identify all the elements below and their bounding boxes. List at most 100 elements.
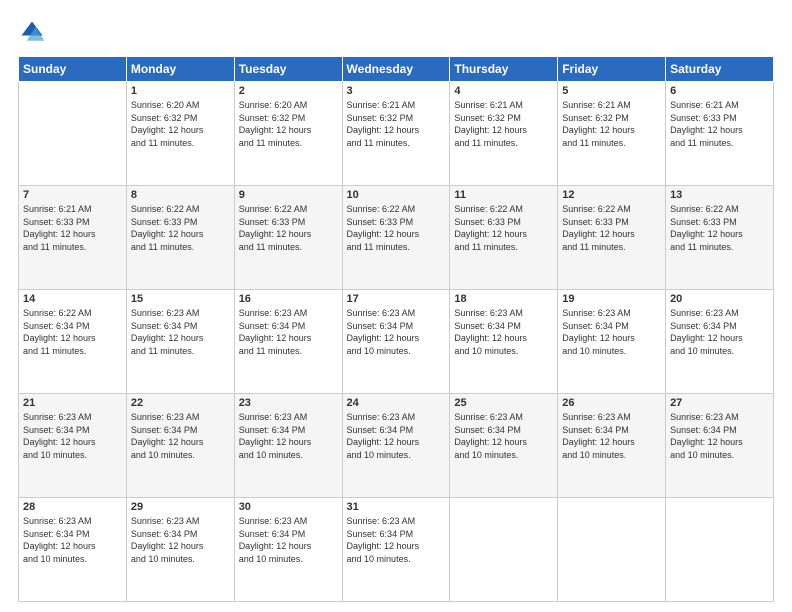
day-number: 11 — [454, 189, 553, 201]
day-number: 3 — [347, 85, 446, 97]
calendar-cell: 17 Sunrise: 6:23 AM Sunset: 6:34 PM Dayli… — [342, 290, 450, 394]
day-info: Sunrise: 6:22 AM Sunset: 6:33 PM Dayligh… — [454, 203, 553, 253]
calendar-cell: 24Sunrise: 6:23 AM Sunset: 6:34 PM Dayli… — [342, 394, 450, 498]
day-of-week-header: Wednesday — [342, 57, 450, 82]
day-info: Sunrise: 6:23 AM Sunset: 6:34 PM Dayligh… — [131, 307, 230, 357]
day-info: Sunrise: 6:21 AM Sunset: 6:33 PM Dayligh… — [670, 99, 769, 149]
day-number: 7 — [23, 189, 122, 201]
day-info: Sunrise: 6:23 AM Sunset: 6:34 PM Dayligh… — [670, 307, 769, 357]
calendar-cell: 6 Sunrise: 6:21 AM Sunset: 6:33 PM Daylig… — [666, 82, 774, 186]
calendar-cell: 21 Sunrise: 6:23 AM Sunset: 6:34 PM Dayli… — [19, 394, 127, 498]
calendar-cell: 27 Sunrise: 6:23 AM Sunset: 6:34 PM Dayli… — [666, 394, 774, 498]
day-number: 10 — [347, 189, 446, 201]
calendar-week-row: 7Sunrise: 6:21 AM Sunset: 6:33 PM Daylig… — [19, 186, 774, 290]
day-info: Sunrise: 6:23 AM Sunset: 6:34 PM Dayligh… — [562, 307, 661, 357]
day-of-week-header: Saturday — [666, 57, 774, 82]
calendar-cell: 20 Sunrise: 6:23 AM Sunset: 6:34 PM Dayli… — [666, 290, 774, 394]
day-of-week-header: Friday — [558, 57, 666, 82]
day-number: 18 — [454, 293, 553, 305]
day-number: 8 — [131, 189, 230, 201]
page: SundayMondayTuesdayWednesdayThursdayFrid… — [0, 0, 792, 612]
calendar-cell — [666, 498, 774, 602]
calendar-cell — [558, 498, 666, 602]
day-number: 4 — [454, 85, 553, 97]
day-info: Sunrise: 6:22 AM Sunset: 6:33 PM Dayligh… — [347, 203, 446, 253]
day-info: Sunrise: 6:22 AM Sunset: 6:33 PM Dayligh… — [239, 203, 338, 253]
day-info: Sunrise: 6:23 AM Sunset: 6:34 PM Dayligh… — [23, 411, 122, 461]
calendar-cell: 9 Sunrise: 6:22 AM Sunset: 6:33 PM Daylig… — [234, 186, 342, 290]
logo-icon — [18, 18, 46, 46]
day-info: Sunrise: 6:23 AM Sunset: 6:34 PM Dayligh… — [239, 411, 338, 461]
day-info: Sunrise: 6:20 AM Sunset: 6:32 PM Dayligh… — [239, 99, 338, 149]
calendar-cell: 14 Sunrise: 6:22 AM Sunset: 6:34 PM Dayli… — [19, 290, 127, 394]
day-info: Sunrise: 6:23 AM Sunset: 6:34 PM Dayligh… — [239, 515, 338, 565]
day-number: 2 — [239, 85, 338, 97]
day-of-week-header: Thursday — [450, 57, 558, 82]
day-number: 20 — [670, 293, 769, 305]
calendar-cell: 8 Sunrise: 6:22 AM Sunset: 6:33 PM Daylig… — [126, 186, 234, 290]
day-number: 24 — [347, 397, 446, 409]
day-info: Sunrise: 6:23 AM Sunset: 6:34 PM Dayligh… — [347, 307, 446, 357]
calendar-cell: 29Sunrise: 6:23 AM Sunset: 6:34 PM Dayli… — [126, 498, 234, 602]
day-number: 21 — [23, 397, 122, 409]
day-info: Sunrise: 6:23 AM Sunset: 6:34 PM Dayligh… — [454, 411, 553, 461]
day-info: Sunrise: 6:21 AM Sunset: 6:32 PM Dayligh… — [454, 99, 553, 149]
calendar-cell: 22 Sunrise: 6:23 AM Sunset: 6:34 PM Dayli… — [126, 394, 234, 498]
day-of-week-header: Monday — [126, 57, 234, 82]
day-number: 16 — [239, 293, 338, 305]
day-info: Sunrise: 6:23 AM Sunset: 6:34 PM Dayligh… — [23, 515, 122, 565]
day-info: Sunrise: 6:23 AM Sunset: 6:34 PM Dayligh… — [670, 411, 769, 461]
day-number: 9 — [239, 189, 338, 201]
day-of-week-header: Tuesday — [234, 57, 342, 82]
calendar-cell: 28 Sunrise: 6:23 AM Sunset: 6:34 PM Dayli… — [19, 498, 127, 602]
calendar-cell: 7Sunrise: 6:21 AM Sunset: 6:33 PM Daylig… — [19, 186, 127, 290]
day-info: Sunrise: 6:22 AM Sunset: 6:33 PM Dayligh… — [131, 203, 230, 253]
calendar-cell: 16Sunrise: 6:23 AM Sunset: 6:34 PM Dayli… — [234, 290, 342, 394]
day-info: Sunrise: 6:23 AM Sunset: 6:34 PM Dayligh… — [454, 307, 553, 357]
day-number: 1 — [131, 85, 230, 97]
calendar-cell: 1Sunrise: 6:20 AM Sunset: 6:32 PM Daylig… — [126, 82, 234, 186]
calendar-cell: 18 Sunrise: 6:23 AM Sunset: 6:34 PM Dayli… — [450, 290, 558, 394]
day-info: Sunrise: 6:22 AM Sunset: 6:33 PM Dayligh… — [562, 203, 661, 253]
calendar-week-row: 21 Sunrise: 6:23 AM Sunset: 6:34 PM Dayli… — [19, 394, 774, 498]
calendar-header-row: SundayMondayTuesdayWednesdayThursdayFrid… — [19, 57, 774, 82]
calendar-cell — [450, 498, 558, 602]
calendar-week-row: 28 Sunrise: 6:23 AM Sunset: 6:34 PM Dayli… — [19, 498, 774, 602]
calendar-cell: 10 Sunrise: 6:22 AM Sunset: 6:33 PM Dayli… — [342, 186, 450, 290]
day-number: 6 — [670, 85, 769, 97]
day-info: Sunrise: 6:22 AM Sunset: 6:33 PM Dayligh… — [670, 203, 769, 253]
calendar-cell: 25Sunrise: 6:23 AM Sunset: 6:34 PM Dayli… — [450, 394, 558, 498]
calendar-cell: 3Sunrise: 6:21 AM Sunset: 6:32 PM Daylig… — [342, 82, 450, 186]
calendar-cell: 19 Sunrise: 6:23 AM Sunset: 6:34 PM Dayli… — [558, 290, 666, 394]
day-number: 19 — [562, 293, 661, 305]
day-number: 14 — [23, 293, 122, 305]
calendar-cell: 31 Sunrise: 6:23 AM Sunset: 6:34 PM Dayli… — [342, 498, 450, 602]
day-number: 31 — [347, 501, 446, 513]
day-number: 28 — [23, 501, 122, 513]
day-info: Sunrise: 6:22 AM Sunset: 6:34 PM Dayligh… — [23, 307, 122, 357]
day-number: 15 — [131, 293, 230, 305]
calendar-cell: 23 Sunrise: 6:23 AM Sunset: 6:34 PM Dayli… — [234, 394, 342, 498]
day-number: 30 — [239, 501, 338, 513]
logo — [18, 18, 50, 46]
calendar-cell: 11 Sunrise: 6:22 AM Sunset: 6:33 PM Dayli… — [450, 186, 558, 290]
calendar-cell: 2 Sunrise: 6:20 AM Sunset: 6:32 PM Daylig… — [234, 82, 342, 186]
day-number: 23 — [239, 397, 338, 409]
day-number: 5 — [562, 85, 661, 97]
calendar-cell: 4 Sunrise: 6:21 AM Sunset: 6:32 PM Daylig… — [450, 82, 558, 186]
day-info: Sunrise: 6:23 AM Sunset: 6:34 PM Dayligh… — [131, 515, 230, 565]
calendar-cell — [19, 82, 127, 186]
day-number: 13 — [670, 189, 769, 201]
calendar-cell: 12Sunrise: 6:22 AM Sunset: 6:33 PM Dayli… — [558, 186, 666, 290]
calendar-cell: 30 Sunrise: 6:23 AM Sunset: 6:34 PM Dayli… — [234, 498, 342, 602]
day-number: 26 — [562, 397, 661, 409]
day-number: 22 — [131, 397, 230, 409]
day-of-week-header: Sunday — [19, 57, 127, 82]
calendar: SundayMondayTuesdayWednesdayThursdayFrid… — [18, 56, 774, 602]
calendar-week-row: 14 Sunrise: 6:22 AM Sunset: 6:34 PM Dayli… — [19, 290, 774, 394]
day-info: Sunrise: 6:23 AM Sunset: 6:34 PM Dayligh… — [131, 411, 230, 461]
day-number: 17 — [347, 293, 446, 305]
day-number: 27 — [670, 397, 769, 409]
calendar-week-row: 1 Sunrise: 6:20 AM Sunset: 6:32 PM Daylig… — [19, 82, 774, 186]
day-info: Sunrise: 6:23 AM Sunset: 6:34 PM Dayligh… — [347, 515, 446, 565]
